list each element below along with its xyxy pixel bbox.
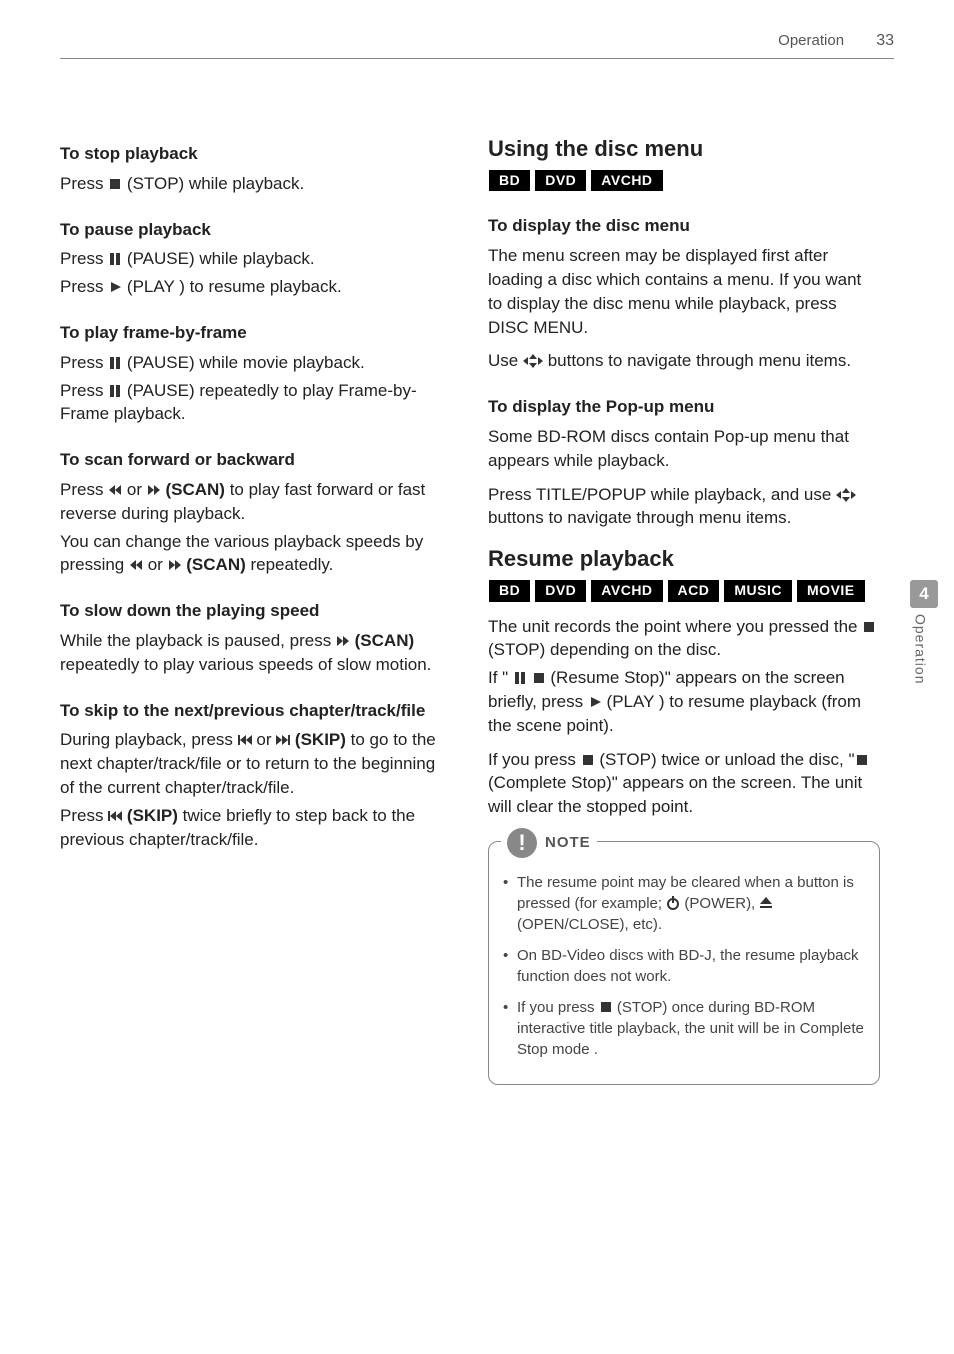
skip-back-icon bbox=[108, 809, 122, 823]
eject-icon bbox=[759, 896, 773, 910]
note-header: ! NOTE bbox=[501, 828, 597, 858]
badge-music: MUSIC bbox=[723, 579, 793, 603]
stop-icon bbox=[862, 620, 876, 634]
heading-scan: To scan forward or backward bbox=[60, 448, 452, 472]
pause-icon bbox=[108, 384, 122, 398]
alert-icon: ! bbox=[507, 828, 537, 858]
side-tab: 4 Operation bbox=[910, 580, 938, 684]
note-item: The resume point may be cleared when a b… bbox=[517, 872, 865, 935]
body-text: Some BD-ROM discs contain Pop-up menu th… bbox=[488, 425, 880, 473]
body-text: Press (SKIP) twice briefly to step back … bbox=[60, 804, 452, 852]
section-label: Operation bbox=[778, 32, 844, 49]
format-badges: BD DVD AVCHD bbox=[488, 169, 880, 193]
pause-icon bbox=[108, 252, 122, 266]
stop-icon bbox=[532, 671, 546, 685]
body-text: Press or (SCAN) to play fast forward or … bbox=[60, 478, 452, 526]
heading-disc-menu: Using the disc menu bbox=[488, 134, 880, 165]
badge-avchd: AVCHD bbox=[590, 579, 663, 603]
power-icon bbox=[666, 896, 680, 910]
heading-stop: To stop playback bbox=[60, 142, 452, 166]
rewind-icon bbox=[129, 558, 143, 572]
badge-movie: MOVIE bbox=[796, 579, 866, 603]
heading-resume: Resume playback bbox=[488, 544, 880, 575]
pause-icon bbox=[108, 356, 122, 370]
body-text: If " (Resume Stop)" appears on the scree… bbox=[488, 666, 880, 737]
heading-popup-menu: To display the Pop-up menu bbox=[488, 395, 880, 419]
page-header: Operation 33 bbox=[60, 30, 894, 59]
skip-back-icon bbox=[238, 733, 252, 747]
page-number: 33 bbox=[876, 32, 894, 49]
chapter-label: Operation bbox=[910, 614, 930, 684]
note-item: If you press (STOP) once during BD-ROM i… bbox=[517, 997, 865, 1060]
badge-avchd: AVCHD bbox=[590, 169, 663, 193]
stop-icon bbox=[581, 753, 595, 767]
heading-slow: To slow down the playing speed bbox=[60, 599, 452, 623]
body-text: Press TITLE/POPUP while playback, and us… bbox=[488, 483, 880, 531]
body-text: The menu screen may be displayed first a… bbox=[488, 244, 880, 339]
body-text: While the playback is paused, press (SCA… bbox=[60, 629, 452, 677]
format-badges: BD DVD AVCHD ACD MUSIC MOVIE bbox=[488, 579, 880, 603]
body-text: If you press (STOP) twice or unload the … bbox=[488, 748, 880, 819]
play-icon bbox=[588, 695, 602, 709]
rewind-icon bbox=[108, 483, 122, 497]
fast-forward-icon bbox=[168, 558, 182, 572]
body-text: Use buttons to navigate through menu ite… bbox=[488, 349, 880, 373]
body-text: Press (STOP) while playback. bbox=[60, 172, 452, 196]
body-text: Press (PLAY ) to resume playback. bbox=[60, 275, 452, 299]
badge-bd: BD bbox=[488, 579, 531, 603]
right-column: Using the disc menu BD DVD AVCHD To disp… bbox=[488, 120, 880, 1085]
badge-dvd: DVD bbox=[534, 169, 587, 193]
heading-pause: To pause playback bbox=[60, 218, 452, 242]
badge-dvd: DVD bbox=[534, 579, 587, 603]
play-icon bbox=[108, 280, 122, 294]
skip-forward-icon bbox=[276, 733, 290, 747]
fast-forward-icon bbox=[336, 634, 350, 648]
stop-icon bbox=[108, 177, 122, 191]
note-box: ! NOTE The resume point may be cleared w… bbox=[488, 841, 880, 1085]
badge-bd: BD bbox=[488, 169, 531, 193]
dpad-icon bbox=[523, 354, 543, 368]
fast-forward-icon bbox=[147, 483, 161, 497]
left-column: To stop playback Press (STOP) while play… bbox=[60, 120, 452, 1085]
heading-skip: To skip to the next/previous chapter/tra… bbox=[60, 699, 452, 723]
heading-frame: To play frame-by-frame bbox=[60, 321, 452, 345]
body-text: You can change the various playback spee… bbox=[60, 530, 452, 578]
stop-icon bbox=[599, 1000, 613, 1014]
heading-display-disc: To display the disc menu bbox=[488, 214, 880, 238]
dpad-icon bbox=[836, 488, 856, 502]
badge-acd: ACD bbox=[667, 579, 721, 603]
body-text: Press (PAUSE) while playback. bbox=[60, 247, 452, 271]
body-text: Press (PAUSE) repeatedly to play Frame-b… bbox=[60, 379, 452, 427]
body-text: During playback, press or (SKIP) to go t… bbox=[60, 728, 452, 799]
pause-icon bbox=[513, 671, 527, 685]
body-text: Press (PAUSE) while movie playback. bbox=[60, 351, 452, 375]
note-label: NOTE bbox=[545, 832, 591, 853]
note-item: On BD-Video discs with BD-J, the resume … bbox=[517, 945, 865, 987]
chapter-number: 4 bbox=[910, 580, 938, 608]
stop-icon bbox=[855, 753, 869, 767]
body-text: The unit records the point where you pre… bbox=[488, 615, 880, 663]
